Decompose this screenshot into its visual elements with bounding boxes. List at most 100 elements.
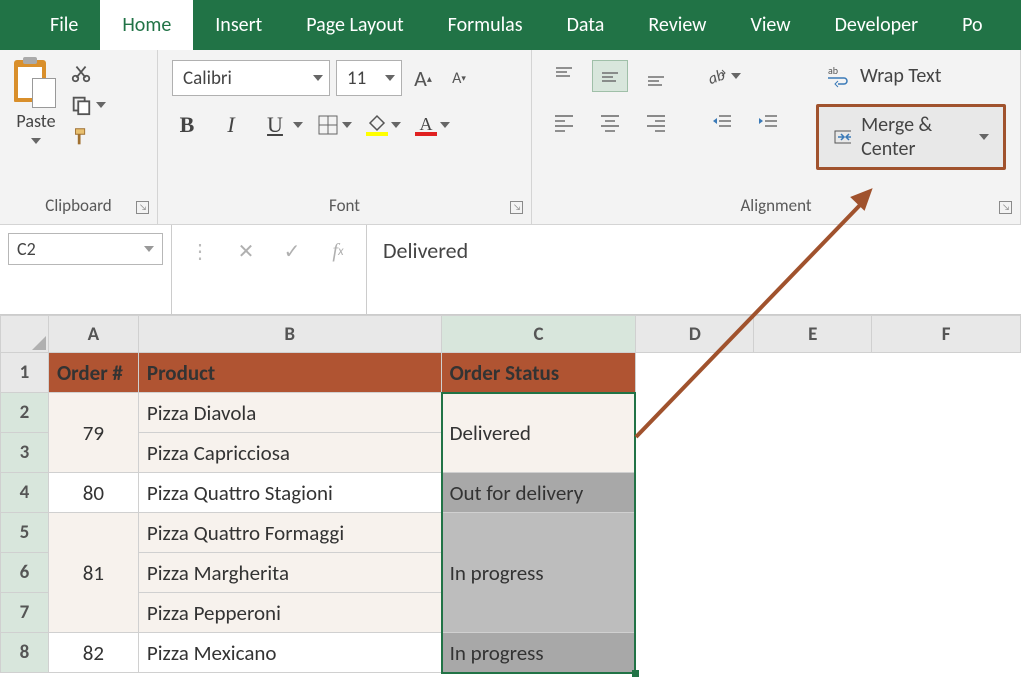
col-header-E[interactable]: E <box>754 316 872 353</box>
row-header[interactable]: 5 <box>1 513 49 553</box>
svg-text:ab: ab <box>706 66 728 88</box>
row-header[interactable]: 6 <box>1 553 49 593</box>
row-header[interactable]: 4 <box>1 473 49 513</box>
group-alignment: ab ab <box>532 50 1021 224</box>
formula-bar: C2 ⋮ ✕ ✓ fx Delivered <box>0 225 1021 315</box>
font-dialog-launcher[interactable]: ↘ <box>510 201 523 214</box>
tab-page-layout[interactable]: Page Layout <box>284 0 425 50</box>
cell-B7[interactable]: Pizza Pepperoni <box>138 593 441 633</box>
selection-handle[interactable] <box>632 670 639 677</box>
cut-button[interactable] <box>70 62 106 84</box>
select-all-corner[interactable] <box>1 316 49 353</box>
tab-file[interactable]: File <box>28 0 100 50</box>
paste-dropdown[interactable] <box>31 134 41 148</box>
merge-center-button[interactable]: Merge & Center <box>816 104 1006 170</box>
alignment-dialog-launcher[interactable]: ↘ <box>999 201 1012 214</box>
cell-A5[interactable]: 81 <box>48 513 138 633</box>
cell-A2[interactable]: 79 <box>48 393 138 473</box>
clipboard-dialog-launcher[interactable]: ↘ <box>136 201 149 214</box>
cell-A8[interactable]: 82 <box>48 633 138 673</box>
cell-B2[interactable]: Pizza Diavola <box>138 393 441 433</box>
orientation-icon: ab <box>704 64 728 88</box>
cell-C5[interactable]: In progress <box>441 513 636 633</box>
cell-B4[interactable]: Pizza Quattro Stagioni <box>138 473 441 513</box>
group-font: Calibri 11 A▴ A▾ B I U <box>158 50 532 224</box>
merge-center-label: Merge & Center <box>861 113 959 161</box>
tab-home[interactable]: Home <box>100 0 193 50</box>
fill-color-button[interactable] <box>366 114 401 136</box>
cell-B5[interactable]: Pizza Quattro Formaggi <box>138 513 441 553</box>
group-label-clipboard: Clipboard <box>14 191 143 224</box>
tab-data[interactable]: Data <box>545 0 627 50</box>
format-painter-button[interactable] <box>70 126 106 148</box>
align-middle-button[interactable] <box>592 60 628 92</box>
col-header-A[interactable]: A <box>48 316 138 353</box>
cell-A1[interactable]: Order # <box>48 353 138 393</box>
align-top-button[interactable] <box>546 60 582 92</box>
chevron-down-icon <box>391 122 401 128</box>
align-center-button[interactable] <box>592 106 628 138</box>
tab-formulas[interactable]: Formulas <box>426 0 545 50</box>
expand-formula-icon[interactable]: ⋮ <box>186 237 214 265</box>
row-header[interactable]: 7 <box>1 593 49 633</box>
name-box-value: C2 <box>17 238 36 260</box>
chevron-down-icon <box>144 246 154 252</box>
font-size-combo[interactable]: 11 <box>336 60 402 96</box>
cell-C8[interactable]: In progress <box>441 633 636 673</box>
tab-more[interactable]: Po <box>940 0 1004 50</box>
align-bottom-button[interactable] <box>638 60 674 92</box>
borders-icon <box>317 114 339 136</box>
bucket-icon <box>366 114 388 136</box>
chevron-down-icon <box>385 75 395 81</box>
underline-button[interactable]: U <box>260 110 303 140</box>
cell-B3[interactable]: Pizza Capricciosa <box>138 433 441 473</box>
group-clipboard: Paste Clipboard ↘ <box>0 50 158 224</box>
ribbon-tabs: File Home Insert Page Layout Formulas Da… <box>0 0 1021 50</box>
cell-B8[interactable]: Pizza Mexicano <box>138 633 441 673</box>
group-label-font: Font <box>172 191 517 224</box>
col-header-B[interactable]: B <box>138 316 441 353</box>
row-header[interactable]: 3 <box>1 433 49 473</box>
paintbrush-icon <box>70 126 92 148</box>
bold-button[interactable]: B <box>172 110 202 140</box>
cell-A4[interactable]: 80 <box>48 473 138 513</box>
tab-insert[interactable]: Insert <box>193 0 284 50</box>
font-color-button[interactable]: A <box>415 114 450 136</box>
align-right-button[interactable] <box>638 106 674 138</box>
increase-indent-button[interactable] <box>750 106 786 138</box>
col-header-C[interactable]: C <box>441 316 636 353</box>
tab-developer[interactable]: Developer <box>813 0 941 50</box>
font-size-value: 11 <box>347 67 366 90</box>
align-left-button[interactable] <box>546 106 582 138</box>
spreadsheet-grid[interactable]: A B C D E F 1 Order # Product Order Stat… <box>0 315 1021 673</box>
shrink-font-button[interactable]: A▾ <box>444 60 474 96</box>
grow-font-button[interactable]: A▴ <box>408 60 438 96</box>
cell-B6[interactable]: Pizza Margherita <box>138 553 441 593</box>
decrease-indent-button[interactable] <box>704 106 740 138</box>
paste-button[interactable]: Paste <box>14 60 58 191</box>
italic-button[interactable]: I <box>216 110 246 140</box>
chevron-down-icon <box>731 73 741 79</box>
col-header-F[interactable]: F <box>872 316 1021 353</box>
insert-function-button[interactable]: fx <box>324 237 352 265</box>
borders-button[interactable] <box>317 114 352 136</box>
enter-formula-button[interactable]: ✓ <box>278 237 306 265</box>
copy-icon <box>70 94 92 116</box>
name-box-container: C2 <box>0 225 172 314</box>
cell-C2[interactable]: Delivered <box>441 393 636 473</box>
row-header[interactable]: 8 <box>1 633 49 673</box>
cell-C4[interactable]: Out for delivery <box>441 473 636 513</box>
tab-view[interactable]: View <box>728 0 812 50</box>
formula-input[interactable]: Delivered <box>367 225 1021 314</box>
cell-C1[interactable]: Order Status <box>441 353 636 393</box>
orientation-button[interactable]: ab <box>704 60 741 92</box>
cell-B1[interactable]: Product <box>138 353 441 393</box>
row-header[interactable]: 1 <box>1 353 49 393</box>
wrap-text-button[interactable]: ab Wrap Text <box>816 60 1006 92</box>
name-box[interactable]: C2 <box>8 233 163 265</box>
tab-review[interactable]: Review <box>626 0 728 50</box>
font-name-combo[interactable]: Calibri <box>172 60 330 96</box>
copy-button[interactable] <box>70 94 106 116</box>
row-header[interactable]: 2 <box>1 393 49 433</box>
cancel-formula-button[interactable]: ✕ <box>232 237 260 265</box>
